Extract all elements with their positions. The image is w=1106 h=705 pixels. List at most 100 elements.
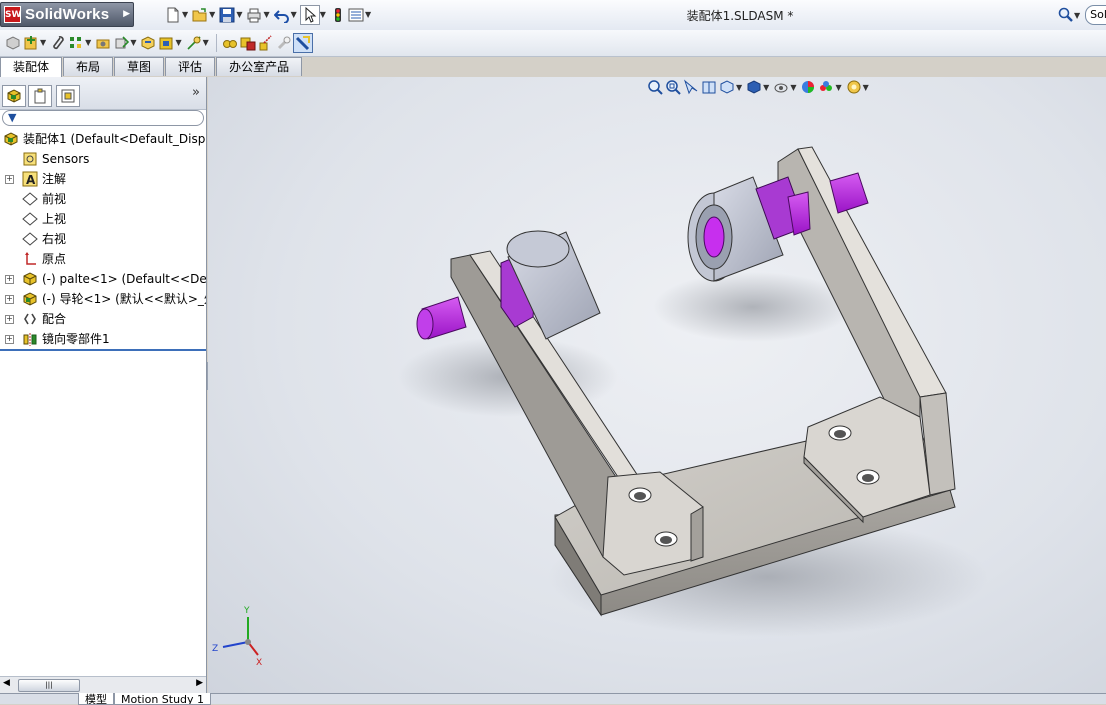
chevron-down-icon[interactable]: ▼ <box>263 10 269 19</box>
panel-tabs: » <box>0 77 206 110</box>
view-settings-button[interactable] <box>845 77 863 97</box>
tree-item-mirror-components[interactable]: + 镜向零部件1 <box>0 329 206 349</box>
collapse-panel-icon[interactable]: » <box>192 85 200 100</box>
chevron-down-icon[interactable]: ▼ <box>291 10 297 19</box>
apply-scene-button[interactable] <box>817 77 835 97</box>
tab-model[interactable]: 模型 <box>78 693 114 705</box>
hide-show-items-button[interactable] <box>772 77 790 97</box>
tree-item-guide-wheel[interactable]: + (-) 导轮<1> (默认<<默认>_外 <box>0 289 206 309</box>
display-style-button[interactable] <box>745 77 763 97</box>
configuration-manager-tab[interactable] <box>56 85 80 107</box>
property-manager-tab[interactable] <box>28 85 52 107</box>
chevron-down-icon[interactable]: ▼ <box>182 10 188 19</box>
insert-components-button[interactable] <box>22 33 40 53</box>
mate-button[interactable] <box>49 33 67 53</box>
feature-manager-tab[interactable] <box>2 85 26 107</box>
open-button[interactable] <box>191 5 209 25</box>
new-document-button[interactable] <box>164 5 182 25</box>
assembly-icon <box>7 89 21 103</box>
chevron-down-icon[interactable]: ▼ <box>736 83 742 92</box>
exploded-view-button[interactable] <box>239 33 257 53</box>
show-hidden-button[interactable] <box>139 33 157 53</box>
tree-item-front-plane[interactable]: 前视 <box>0 189 206 209</box>
chevron-down-icon[interactable]: ▼ <box>763 83 769 92</box>
tree-item-annotations[interactable]: + A 注解 <box>0 169 206 189</box>
smart-fasteners-button[interactable] <box>94 33 112 53</box>
expand-icon[interactable]: + <box>5 275 14 284</box>
chevron-down-icon[interactable]: ▼ <box>790 83 796 92</box>
undo-button[interactable] <box>273 5 291 25</box>
view-orientation-button[interactable] <box>718 77 736 97</box>
chevron-down-icon[interactable]: ▼ <box>1074 11 1080 20</box>
search-input[interactable]: Soli <box>1085 5 1106 25</box>
print-button[interactable] <box>245 5 263 25</box>
zoom-to-fit-button[interactable] <box>646 77 664 97</box>
chevron-down-icon[interactable]: ▼ <box>175 38 181 47</box>
tree-item-palte[interactable]: + (-) palte<1> (Default<<Defa <box>0 269 206 289</box>
options-button[interactable] <box>347 5 365 25</box>
chevron-down-icon[interactable]: ▼ <box>236 10 242 19</box>
tree-item-top-plane[interactable]: 上视 <box>0 209 206 229</box>
chevron-down-icon[interactable]: ▼ <box>203 38 209 47</box>
tab-assembly[interactable]: 装配体 <box>0 57 63 77</box>
reference-geometry-button[interactable] <box>185 33 203 53</box>
rebuild-button[interactable] <box>329 5 347 25</box>
expand-icon[interactable]: + <box>5 315 14 324</box>
explode-line-sketch-button[interactable] <box>257 33 275 53</box>
tab-layout[interactable]: 布局 <box>63 57 114 76</box>
horizontal-scrollbar[interactable]: ◀ ||| ▶ <box>0 676 206 693</box>
chevron-down-icon[interactable]: ▼ <box>40 38 46 47</box>
chevron-down-icon[interactable]: ▼ <box>85 38 91 47</box>
edit-appearance-button[interactable] <box>799 77 817 97</box>
select-button[interactable] <box>299 4 320 25</box>
save-button[interactable] <box>218 5 236 25</box>
search-box[interactable]: ▼ Soli <box>1058 4 1106 26</box>
tree-item-mates[interactable]: + 配合 <box>0 309 206 329</box>
tree-filter-field[interactable]: ▼ <box>2 110 204 126</box>
linear-pattern-button[interactable] <box>67 33 85 53</box>
title-bar: SW SolidWorks ▶ ▼ ▼ ▼ ▼ ▼ ▼ ▼ 装配体1.SLDAS… <box>0 0 1106 31</box>
scroll-thumb[interactable]: ||| <box>18 679 80 692</box>
tree-item-origin[interactable]: 原点 <box>0 249 206 269</box>
solidworks-menu-button[interactable]: SW SolidWorks ▶ <box>0 2 134 27</box>
expand-icon[interactable]: + <box>5 295 14 304</box>
interference-detection-button[interactable] <box>275 33 293 53</box>
tab-sketch[interactable]: 草图 <box>114 57 165 76</box>
move-component-button[interactable] <box>112 33 130 53</box>
edit-component-button[interactable] <box>4 33 22 53</box>
part-icon <box>23 272 37 286</box>
bolt-hole-inner <box>634 492 646 500</box>
brand-label: SolidWorks <box>25 6 110 23</box>
previous-view-button[interactable] <box>682 77 700 97</box>
tree-item-label: 配合 <box>42 312 67 326</box>
graphics-area[interactable]: Y X Z ▼ ▼ ▼ ▼ ▼ <box>208 77 1106 693</box>
tree-item-right-plane[interactable]: 右视 <box>0 229 206 249</box>
tab-office-products[interactable]: 办公室产品 <box>216 57 303 76</box>
tree-item-label: Sensors <box>42 152 90 166</box>
assembly-features-button[interactable] <box>157 33 175 53</box>
tab-evaluate[interactable]: 评估 <box>165 57 216 76</box>
expand-icon[interactable]: + <box>5 175 14 184</box>
section-view-button[interactable] <box>700 77 718 97</box>
print-icon <box>247 8 261 22</box>
bill-of-materials-button[interactable] <box>221 33 239 53</box>
mirror-icon <box>23 333 37 346</box>
tree-item-root-assembly[interactable]: 装配体1 (Default<Default_Displa <box>0 129 206 149</box>
scroll-left-icon[interactable]: ◀ <box>3 678 10 688</box>
chevron-down-icon[interactable]: ▼ <box>130 38 136 47</box>
chevron-down-icon[interactable]: ▼ <box>835 83 841 92</box>
chevron-down-icon[interactable]: ▼ <box>320 10 326 19</box>
chevron-down-icon[interactable]: ▼ <box>365 10 371 19</box>
zoom-area-button[interactable] <box>664 77 682 97</box>
assembly-model: Y X Z <box>212 146 988 668</box>
search-icon <box>1058 7 1073 22</box>
scroll-right-icon[interactable]: ▶ <box>196 678 203 688</box>
tab-motion-study[interactable]: Motion Study 1 <box>114 693 212 705</box>
bom-icon <box>222 39 237 48</box>
expand-icon[interactable]: + <box>5 335 14 344</box>
chevron-down-icon[interactable]: ▼ <box>209 10 215 19</box>
instant3d-button[interactable] <box>292 32 313 53</box>
rollback-bar[interactable] <box>0 349 206 351</box>
chevron-down-icon[interactable]: ▼ <box>863 83 869 92</box>
tree-item-sensors[interactable]: Sensors <box>0 149 206 169</box>
